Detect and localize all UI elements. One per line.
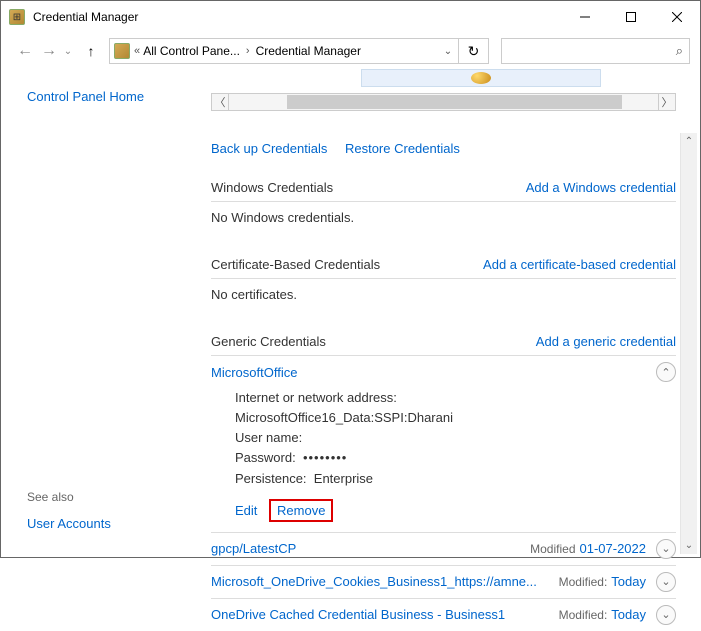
remove-link[interactable]: Remove xyxy=(277,503,325,518)
breadcrumb-chevron-icon: › xyxy=(246,45,250,57)
close-button[interactable] xyxy=(654,2,700,32)
detail-label: Password: xyxy=(235,450,296,465)
control-panel-icon xyxy=(114,43,130,59)
left-panel: Control Panel Home See also User Account… xyxy=(1,69,211,557)
credential-item: Microsoft_OneDrive_Cookies_Business1_htt… xyxy=(211,566,676,599)
restore-credentials-link[interactable]: Restore Credentials xyxy=(345,141,460,156)
cert-credentials-header: Certificate-Based Credentials Add a cert… xyxy=(211,253,676,279)
credential-name[interactable]: OneDrive Cached Credential Business - Bu… xyxy=(211,607,505,622)
nav-bar: ← → ⌄ ↑ « All Control Pane... › Credenti… xyxy=(1,33,700,69)
main-panel: 〈 〉 Back up Credentials Restore Credenti… xyxy=(211,69,700,557)
detail-label: Persistence: xyxy=(235,471,307,486)
credential-item-expanded: MicrosoftOffice ⌃ Internet or network ad… xyxy=(211,356,676,533)
control-panel-home-link[interactable]: Control Panel Home xyxy=(27,89,211,104)
modified-value: 01-07-2022 xyxy=(580,541,657,556)
credential-item: gpcp/LatestCP Modified 01-07-2022 ⌄ xyxy=(211,533,676,566)
section-title: Certificate-Based Credentials xyxy=(211,257,380,272)
up-button[interactable]: ↑ xyxy=(79,39,103,63)
edit-link[interactable]: Edit xyxy=(235,503,257,518)
back-button[interactable]: ← xyxy=(13,39,37,63)
scroll-left-button[interactable]: 〈 xyxy=(211,93,229,111)
expand-icon[interactable]: ⌄ xyxy=(656,605,676,625)
credential-item: OneDrive Cached Credential Business - Bu… xyxy=(211,599,676,631)
section-title: Windows Credentials xyxy=(211,180,333,195)
detail-label: User name: xyxy=(235,430,302,445)
breadcrumb-sep: « xyxy=(134,45,143,57)
backup-credentials-link[interactable]: Back up Credentials xyxy=(211,141,327,156)
breadcrumb-item[interactable]: All Control Pane... xyxy=(143,44,240,58)
recent-dropdown[interactable]: ⌄ xyxy=(61,39,75,63)
expand-icon[interactable]: ⌄ xyxy=(656,539,676,559)
detail-value: •••••••• xyxy=(303,450,347,465)
user-accounts-link[interactable]: User Accounts xyxy=(27,516,211,531)
credential-name[interactable]: Microsoft_OneDrive_Cookies_Business1_htt… xyxy=(211,574,537,589)
collapse-icon[interactable]: ⌃ xyxy=(656,362,676,382)
top-actions: Back up Credentials Restore Credentials xyxy=(211,141,676,156)
forward-button[interactable]: → xyxy=(37,39,61,63)
refresh-button[interactable]: ↻ xyxy=(459,38,489,64)
cert-credentials-empty: No certificates. xyxy=(211,279,676,306)
scroll-track[interactable] xyxy=(229,93,658,111)
generic-credentials-header: Generic Credentials Add a generic creden… xyxy=(211,330,676,356)
app-icon xyxy=(9,9,25,25)
scroll-thumb[interactable] xyxy=(287,95,622,109)
modified-label: Modified xyxy=(530,542,579,556)
modified-label: Modified: xyxy=(559,608,612,622)
detail-value: Enterprise xyxy=(314,471,373,486)
add-cert-credential-link[interactable]: Add a certificate-based credential xyxy=(483,257,676,272)
expand-icon[interactable]: ⌄ xyxy=(656,572,676,592)
modified-value: Today xyxy=(611,574,656,589)
credential-name[interactable]: MicrosoftOffice xyxy=(211,365,297,380)
search-input[interactable]: ⌕ xyxy=(501,38,690,64)
scroll-down-button[interactable]: ⌄ xyxy=(681,537,697,554)
modified-value: Today xyxy=(611,607,656,622)
address-bar[interactable]: « All Control Pane... › Credential Manag… xyxy=(109,38,459,64)
maximize-button[interactable] xyxy=(608,2,654,32)
minimize-button[interactable] xyxy=(562,2,608,32)
modified-label: Modified: xyxy=(559,575,612,589)
horizontal-scrollbar[interactable]: 〈 〉 xyxy=(211,93,676,111)
window-title: Credential Manager xyxy=(33,10,562,24)
add-generic-credential-link[interactable]: Add a generic credential xyxy=(536,334,676,349)
detail-value: MicrosoftOffice16_Data:SSPI:Dharani xyxy=(235,410,453,425)
breadcrumb-item[interactable]: Credential Manager xyxy=(256,44,361,58)
vertical-scrollbar[interactable]: ⌃ ⌄ xyxy=(680,133,697,554)
see-also-label: See also xyxy=(27,490,211,504)
windows-credentials-empty: No Windows credentials. xyxy=(211,202,676,229)
scroll-up-button[interactable]: ⌃ xyxy=(681,133,697,150)
credential-details: Internet or network address: MicrosoftOf… xyxy=(211,382,676,495)
search-icon: ⌕ xyxy=(676,43,683,59)
add-windows-credential-link[interactable]: Add a Windows credential xyxy=(526,180,676,195)
address-dropdown-icon[interactable]: ⌄ xyxy=(438,46,458,57)
detail-label: Internet or network address: xyxy=(235,390,397,405)
credential-tile-image xyxy=(361,69,601,87)
section-title: Generic Credentials xyxy=(211,334,326,349)
scroll-right-button[interactable]: 〉 xyxy=(658,93,676,111)
credential-name[interactable]: gpcp/LatestCP xyxy=(211,541,296,556)
title-bar: Credential Manager xyxy=(1,1,700,33)
windows-credentials-header: Windows Credentials Add a Windows creden… xyxy=(211,176,676,202)
